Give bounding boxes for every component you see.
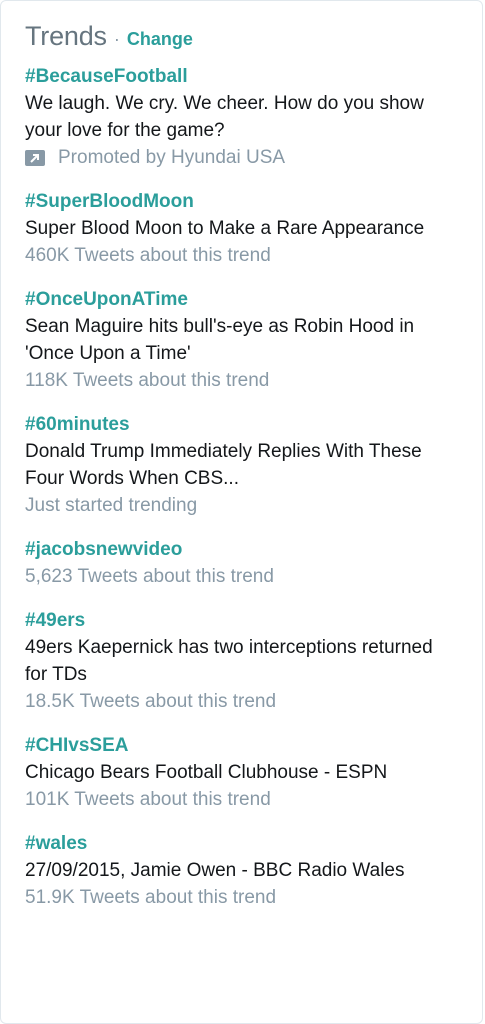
trend-hashtag[interactable]: #OnceUponATime (25, 287, 482, 313)
promoted-arrow-icon (25, 150, 45, 166)
trend-hashtag[interactable]: #SuperBloodMoon (25, 189, 482, 215)
trend-item[interactable]: #49ers 49ers Kaepernick has two intercep… (25, 608, 482, 716)
trend-item[interactable]: #OnceUponATime Sean Maguire hits bull's-… (25, 287, 482, 395)
trend-hashtag[interactable]: #wales (25, 831, 482, 857)
trend-item[interactable]: #BecauseFootball We laugh. We cry. We ch… (25, 64, 482, 172)
trends-module: Trends · Change #BecauseFootball We laug… (0, 0, 483, 1024)
trend-description: Sean Maguire hits bull's-eye as Robin Ho… (25, 316, 415, 364)
trend-description: Donald Trump Immediately Replies With Th… (25, 441, 422, 489)
trend-description: We laugh. We cry. We cheer. How do you s… (25, 93, 424, 141)
trend-tweet-count: 118K Tweets about this trend (25, 370, 270, 391)
trend-hashtag[interactable]: #jacobsnewvideo (25, 537, 482, 563)
promoted-label: Promoted by Hyundai USA (25, 144, 482, 172)
promoted-text: Promoted by Hyundai USA (58, 147, 286, 168)
trend-hashtag[interactable]: #BecauseFootball (25, 64, 482, 90)
trend-description: 49ers Kaepernick has two interceptions r… (25, 637, 433, 685)
trend-tweet-count: 51.9K Tweets about this trend (25, 887, 277, 908)
trend-description: 27/09/2015, Jamie Owen - BBC Radio Wales (25, 860, 405, 881)
trend-description: Super Blood Moon to Make a Rare Appearan… (25, 218, 425, 239)
trend-item[interactable]: #60minutes Donald Trump Immediately Repl… (25, 412, 482, 520)
trend-item[interactable]: #wales 27/09/2015, Jamie Owen - BBC Radi… (25, 831, 482, 912)
trend-hashtag[interactable]: #CHIvsSEA (25, 733, 482, 759)
trend-hashtag[interactable]: #60minutes (25, 412, 482, 438)
trend-description: Chicago Bears Football Clubhouse - ESPN (25, 762, 388, 783)
trend-tweet-count: 101K Tweets about this trend (25, 789, 271, 810)
trend-item[interactable]: #jacobsnewvideo 5,623 Tweets about this … (25, 537, 482, 591)
change-link[interactable]: Change (127, 18, 193, 60)
trend-hashtag[interactable]: #49ers (25, 608, 482, 634)
trends-title: Trends (25, 21, 107, 51)
title-separator: · (113, 29, 120, 49)
trend-item[interactable]: #SuperBloodMoon Super Blood Moon to Make… (25, 189, 482, 270)
trend-item[interactable]: #CHIvsSEA Chicago Bears Football Clubhou… (25, 733, 482, 814)
trend-tweet-count: 18.5K Tweets about this trend (25, 691, 277, 712)
trends-header: Trends · Change (25, 15, 482, 57)
trend-tweet-count: 5,623 Tweets about this trend (25, 566, 274, 587)
trend-tweet-count: 460K Tweets about this trend (25, 245, 271, 266)
trend-status: Just started trending (25, 495, 198, 516)
